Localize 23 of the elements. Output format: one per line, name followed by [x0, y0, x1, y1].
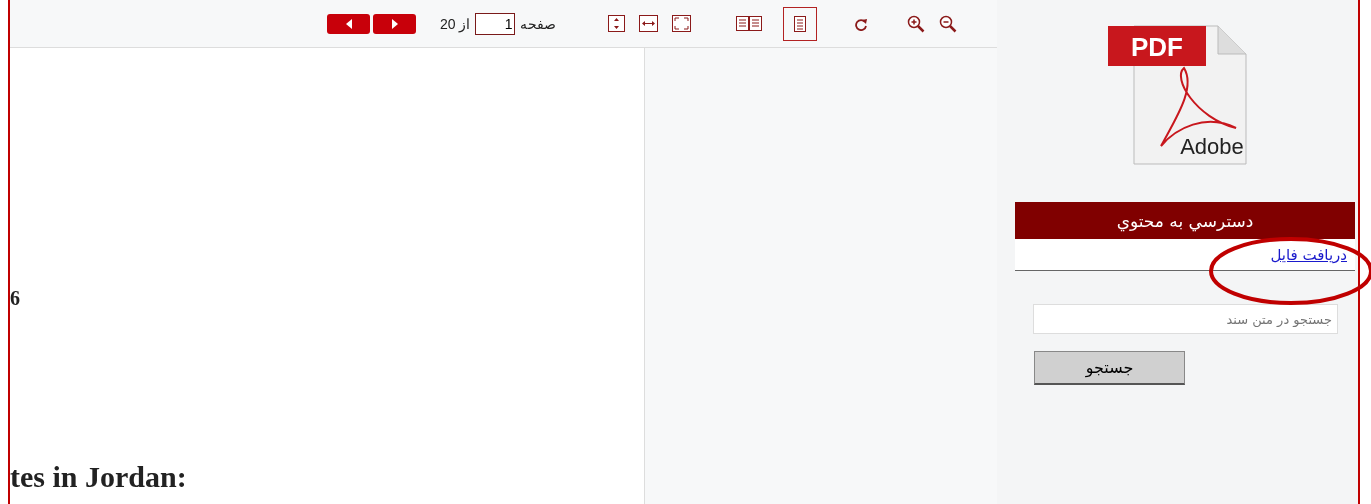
- document-text: 6: [10, 287, 20, 310]
- adobe-label: Adobe: [1180, 134, 1244, 159]
- download-file-link[interactable]: دریافت فایل: [1270, 245, 1347, 264]
- pdf-label: PDF: [1131, 32, 1183, 62]
- next-page-button[interactable]: [373, 13, 416, 34]
- page-icon: [794, 15, 807, 32]
- zoom-out-icon[interactable]: [939, 14, 958, 33]
- right-triangle-icon: [389, 17, 400, 30]
- zoom-in-icon[interactable]: [907, 14, 926, 33]
- previous-page-button[interactable]: [327, 13, 370, 34]
- page-label: صفحه: [520, 15, 557, 32]
- rotate-icon[interactable]: [855, 16, 870, 31]
- search-button[interactable]: جستجو: [1034, 351, 1185, 385]
- fit-width-icon[interactable]: [639, 15, 659, 32]
- page-count-label: از 20: [440, 15, 471, 32]
- search-field[interactable]: جستجو در متن سند: [1033, 304, 1338, 334]
- page-number-field[interactable]: 1: [475, 12, 516, 35]
- single-page-view-button[interactable]: [783, 6, 818, 41]
- fullscreen-icon[interactable]: [672, 15, 692, 32]
- fit-height-icon[interactable]: [608, 15, 626, 32]
- document-heading: tes in Jordan:: [10, 460, 187, 494]
- open-book-icon: [736, 15, 763, 32]
- section-header: دسترسي به محتوي: [1015, 202, 1355, 239]
